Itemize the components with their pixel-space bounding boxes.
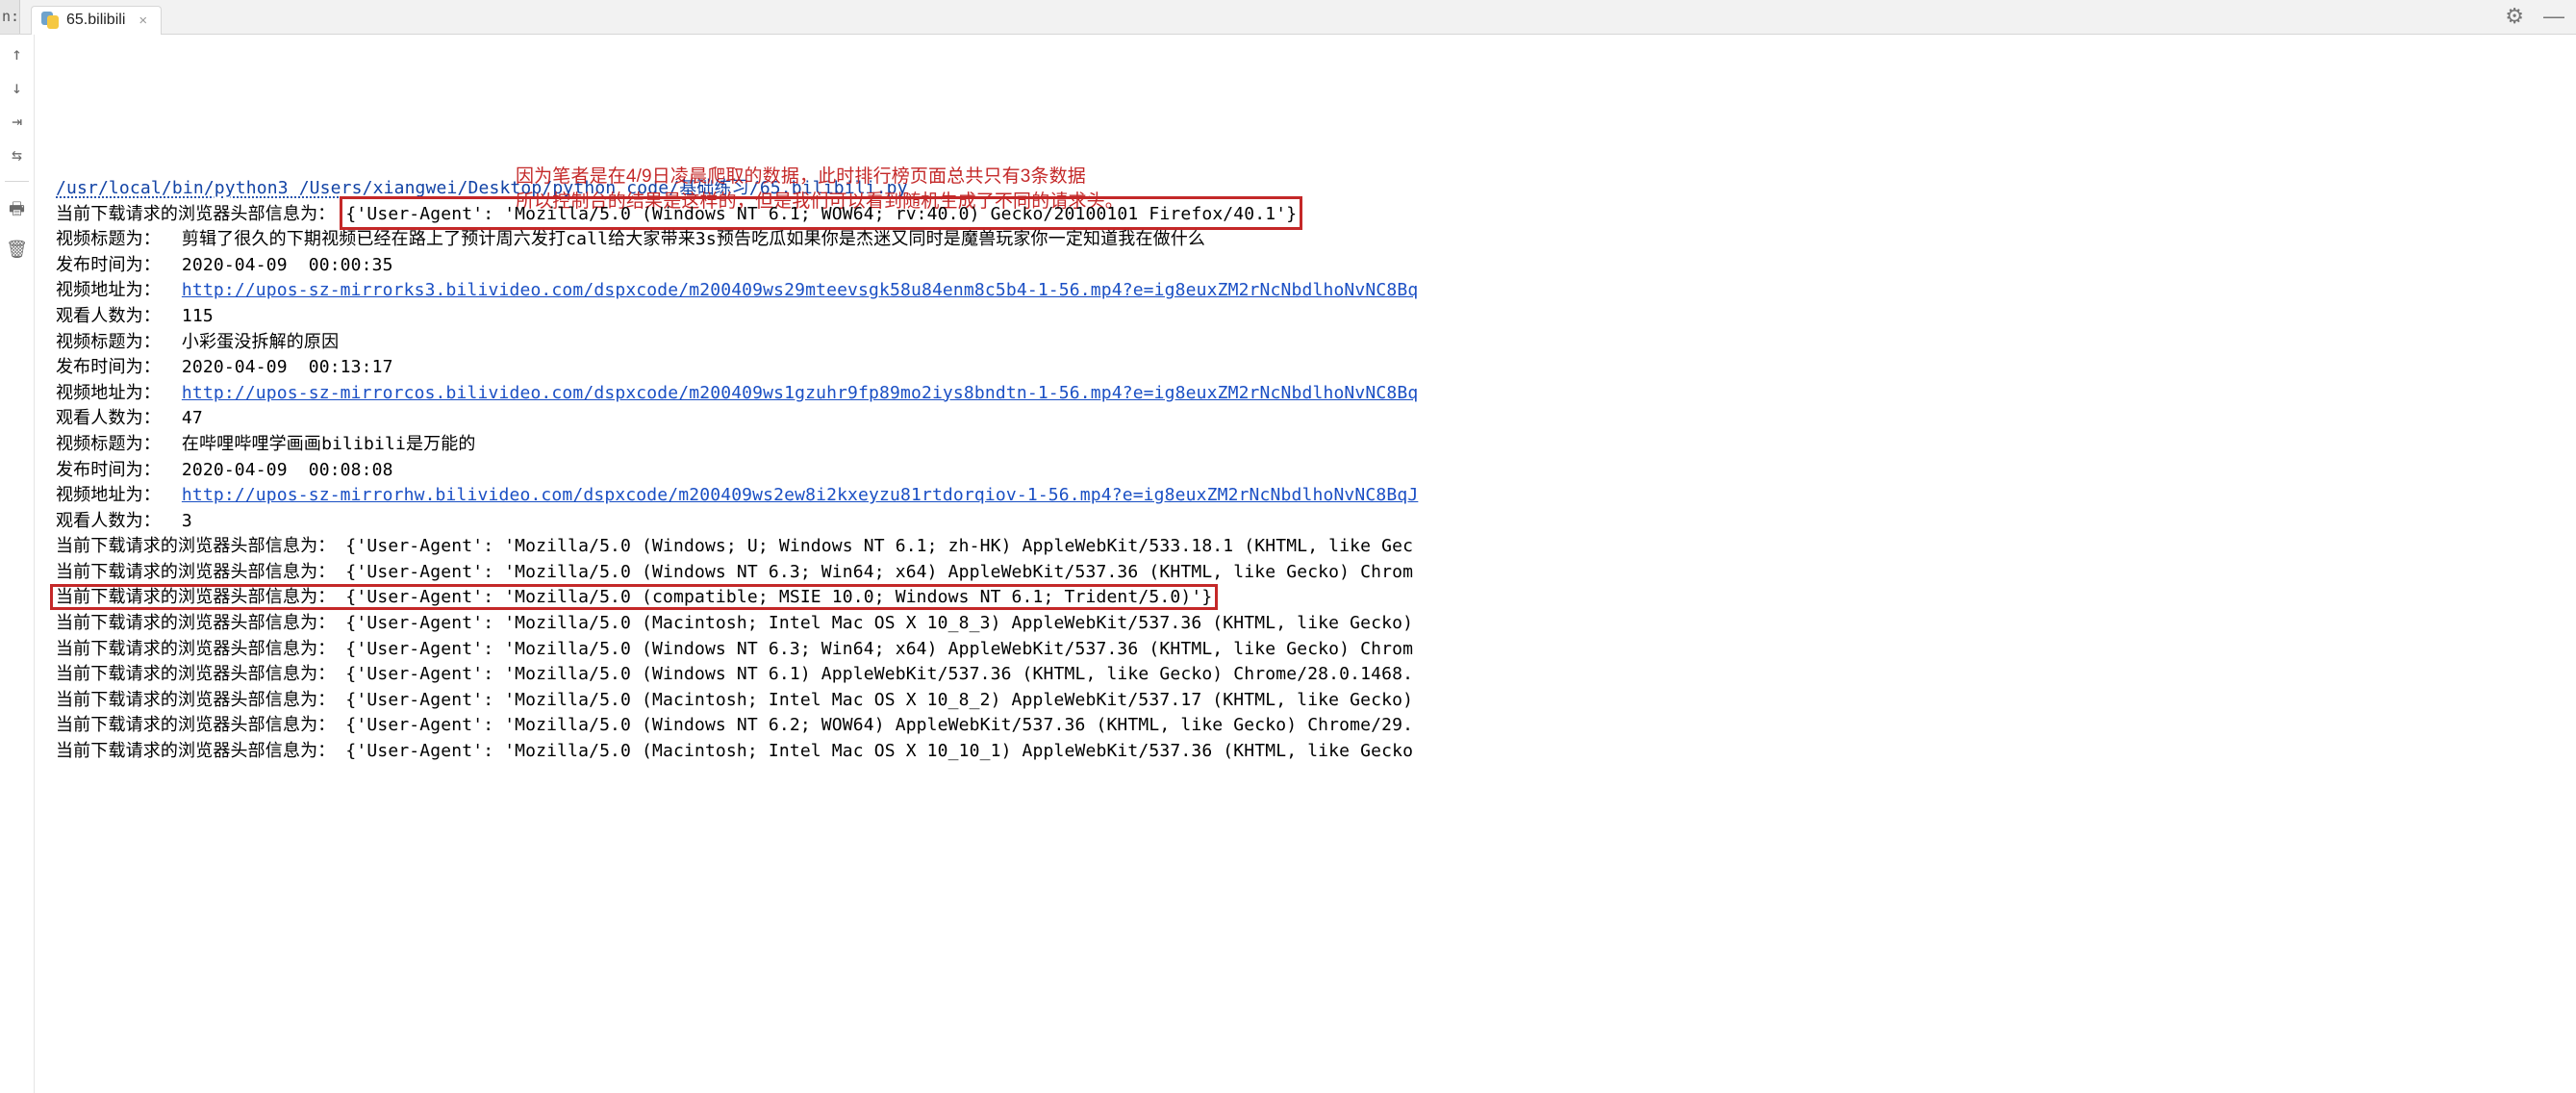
- console-line: 视频标题为： 小彩蛋没拆解的原因: [56, 330, 2566, 356]
- console-line: 当前下载请求的浏览器头部信息为： {'User-Agent': 'Mozilla…: [56, 611, 2566, 637]
- editor-tabbar: n: 65.bilibili × ⚙ —: [0, 0, 2576, 35]
- console-line: 当前下载请求的浏览器头部信息为： {'User-Agent': 'Mozilla…: [56, 560, 2566, 586]
- console-line: 视频标题为： 在哔哩哔哩学画画bilibili是万能的: [56, 432, 2566, 458]
- console-line: 发布时间为： 2020-04-09 00:13:17: [56, 355, 2566, 381]
- video-url-link[interactable]: http://upos-sz-mirrorcos.bilivideo.com/d…: [182, 383, 1418, 403]
- scroll-up-icon[interactable]: ↑: [12, 44, 22, 64]
- highlighted-ua-1: {'User-Agent': 'Mozilla/5.0 (Windows NT …: [345, 204, 1297, 224]
- console-line: 视频地址为： http://upos-sz-mirrorhw.bilivideo…: [56, 483, 2566, 509]
- console-line: 视频标题为： 剪辑了很久的下期视频已经在路上了预计周六发打call给大家带来3s…: [56, 227, 2566, 253]
- console-line: 当前下载请求的浏览器头部信息为： {'User-Agent': 'Mozilla…: [56, 688, 2566, 714]
- tabbar-prefix: n:: [2, 8, 19, 25]
- console-output[interactable]: 因为笔者是在4/9日凌晨爬取的数据，此时排行榜页面总共只有3条数据 所以控制台的…: [35, 35, 2576, 1093]
- close-icon[interactable]: ×: [139, 13, 147, 29]
- console-line: 当前下载请求的浏览器头部信息为： {'User-Agent': 'Mozilla…: [56, 585, 2566, 611]
- trash-icon[interactable]: 🗑: [6, 240, 28, 260]
- video-url-link[interactable]: http://upos-sz-mirrorks3.bilivideo.com/d…: [182, 280, 1418, 300]
- console-line: 当前下载请求的浏览器头部信息为： {'User-Agent': 'Mozilla…: [56, 202, 2566, 228]
- console-line: 当前下载请求的浏览器头部信息为： {'User-Agent': 'Mozilla…: [56, 739, 2566, 765]
- gear-icon[interactable]: ⚙: [2505, 6, 2524, 27]
- console-line: 视频地址为： http://upos-sz-mirrorks3.bilivide…: [56, 278, 2566, 304]
- console-line: 视频地址为： http://upos-sz-mirrorcos.bilivide…: [56, 381, 2566, 407]
- soft-wrap-icon[interactable]: ⇥: [12, 112, 22, 132]
- console-line: 发布时间为： 2020-04-09 00:00:35: [56, 253, 2566, 279]
- highlighted-ua-2: 当前下载请求的浏览器头部信息为： {'User-Agent': 'Mozilla…: [56, 587, 1212, 607]
- scroll-down-icon[interactable]: ↓: [12, 78, 22, 98]
- console-line: 观看人数为： 3: [56, 509, 2566, 535]
- console-line: 当前下载请求的浏览器头部信息为： {'User-Agent': 'Mozilla…: [56, 662, 2566, 688]
- python-file-icon: [41, 12, 59, 29]
- console-gutter: ↑ ↓ ⇥ ⇆ 🖶 🗑: [0, 35, 35, 1093]
- minimize-icon[interactable]: —: [2543, 6, 2564, 27]
- tab-65-bilibili[interactable]: 65.bilibili ×: [31, 6, 162, 35]
- console-line: 当前下载请求的浏览器头部信息为： {'User-Agent': 'Mozilla…: [56, 637, 2566, 663]
- console-line: 发布时间为： 2020-04-09 00:08:08: [56, 458, 2566, 484]
- console-line: 当前下载请求的浏览器头部信息为： {'User-Agent': 'Mozilla…: [56, 713, 2566, 739]
- console-line: /usr/local/bin/python3 /Users/xiangwei/D…: [56, 176, 2566, 202]
- console-line: 观看人数为： 115: [56, 304, 2566, 330]
- gutter-divider: [5, 181, 29, 182]
- print-icon[interactable]: 🖶: [9, 197, 25, 226]
- toggle-wrap-icon[interactable]: ⇆: [12, 145, 22, 165]
- console-line: 观看人数为： 47: [56, 406, 2566, 432]
- tab-label: 65.bilibili: [66, 12, 125, 29]
- video-url-link[interactable]: http://upos-sz-mirrorhw.bilivideo.com/ds…: [182, 485, 1418, 505]
- console-line: 当前下载请求的浏览器头部信息为： {'User-Agent': 'Mozilla…: [56, 534, 2566, 560]
